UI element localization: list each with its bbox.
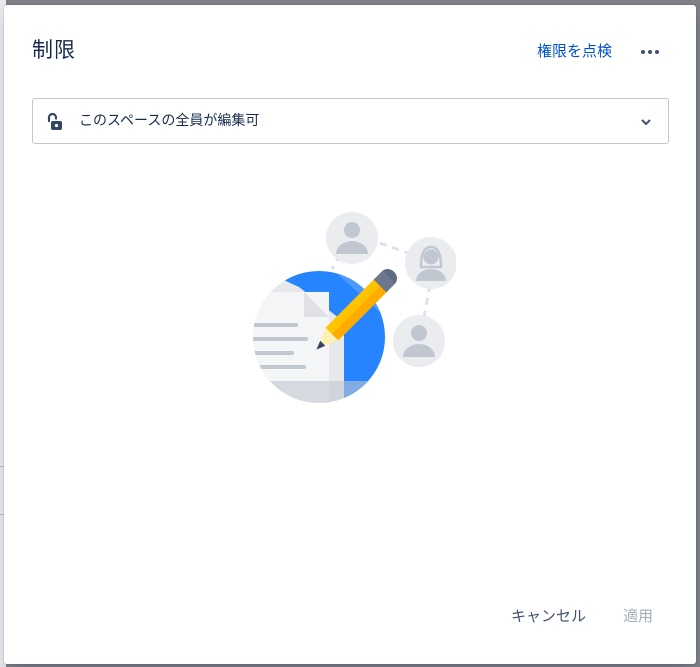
- user-avatar-icon: [326, 212, 378, 264]
- chevron-down-icon: [641, 119, 651, 125]
- restriction-select[interactable]: このスペースの全員が編集可: [32, 98, 669, 144]
- more-actions-button[interactable]: [634, 38, 666, 66]
- user-avatar-icon: [405, 237, 456, 289]
- cancel-button[interactable]: キャンセル: [507, 601, 590, 631]
- user-avatar-icon: [393, 315, 445, 367]
- check-permissions-link[interactable]: 権限を点検: [537, 41, 612, 61]
- dialog-title: 制限: [32, 38, 76, 62]
- more-horizontal-icon: [641, 50, 645, 54]
- dialog-footer: キャンセル 適用: [4, 601, 696, 631]
- edit-permission-illustration: [253, 212, 456, 403]
- restriction-selected-value: このスペースの全員が編集可: [79, 113, 260, 129]
- unlock-icon: [47, 112, 62, 130]
- apply-button[interactable]: 適用: [619, 601, 657, 631]
- restrictions-dialog: 制限 権限を点検 このスペースの全員が編集可 キャンセル 適用: [4, 5, 696, 664]
